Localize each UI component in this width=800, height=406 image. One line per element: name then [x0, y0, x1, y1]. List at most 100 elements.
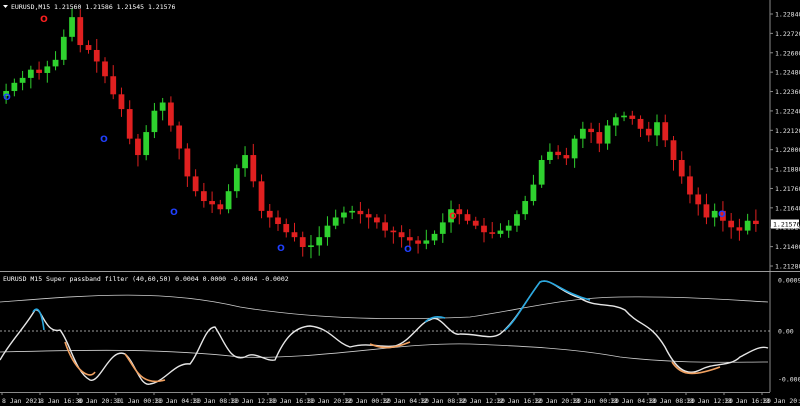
price-tick-label: 1.22600	[775, 49, 800, 57]
bear-candle	[291, 222, 298, 242]
bear-candle	[217, 199, 224, 215]
indicator-canvas[interactable]: EURUSD M15 Super passband filter (40,60,…	[0, 272, 800, 392]
candle-body	[398, 232, 405, 238]
candle-body	[695, 194, 702, 205]
bull-candle	[349, 205, 356, 220]
bear-candle	[93, 38, 100, 73]
bear-candle	[135, 133, 141, 167]
candle-body	[102, 61, 108, 77]
bear-candle	[176, 121, 183, 160]
price-tick-label: 1.21760	[775, 185, 800, 193]
candle-body	[530, 184, 537, 202]
symbol-header: EURUSD,M15 1.21560 1.21586 1.21545 1.215…	[11, 3, 175, 11]
candle-body	[497, 230, 504, 234]
candle-body	[69, 17, 75, 37]
candle-body	[36, 69, 42, 73]
candle-body	[291, 232, 298, 238]
candle-body	[225, 191, 232, 210]
candle-body	[209, 201, 215, 205]
candle-body	[242, 155, 248, 169]
price-tick-label: 1.21640	[775, 204, 800, 212]
candle-body	[406, 237, 413, 241]
bull-candle	[143, 125, 150, 161]
candle-body	[514, 214, 520, 226]
bear-candle	[555, 145, 562, 160]
bull-candle	[242, 146, 248, 177]
bull-candle	[69, 8, 75, 42]
candle-body	[349, 210, 356, 213]
candle-body	[662, 122, 669, 141]
bull-candle	[316, 226, 323, 256]
candle-body	[431, 233, 438, 241]
bear-candle	[77, 9, 84, 53]
bear-candle	[736, 218, 743, 241]
bear-candle	[596, 122, 603, 153]
time-tick-label: 13 Jan 20:30	[762, 397, 800, 405]
bear-candle	[266, 204, 273, 228]
chart-window[interactable]: 1.22840 1.22720 1.22600 1.22480 1.22360 1.222…	[0, 0, 800, 406]
candle-body	[27, 69, 34, 78]
bear-candle	[209, 191, 215, 213]
indicator-pane[interactable]: EURUSD M15 Super passband filter (40,60,…	[0, 272, 800, 392]
bear-candle	[728, 212, 735, 239]
candle-body	[621, 115, 627, 118]
bear-candle	[670, 136, 677, 171]
price-chart-canvas[interactable]: 1.22840 1.22720 1.22600 1.22480 1.22360 1.222…	[0, 0, 800, 271]
bull-candle	[324, 216, 331, 246]
bull-candle	[538, 155, 545, 188]
candle-body	[579, 128, 586, 139]
price-tick-label: 1.21280	[775, 263, 800, 271]
candle-body	[217, 204, 224, 210]
candle-body	[612, 117, 619, 126]
candle-body	[555, 151, 562, 156]
candle-body	[283, 224, 290, 233]
candle-body	[547, 151, 553, 160]
time-tick-label: 8 Jan 2021	[2, 397, 41, 405]
candle-body	[637, 118, 644, 129]
bear-candle	[102, 57, 108, 84]
bull-candle	[151, 102, 158, 139]
candle-body	[439, 222, 446, 234]
time-tick-label: 8 Jan 16:30	[40, 397, 83, 405]
candle-body	[316, 237, 323, 246]
candle-body	[629, 115, 636, 119]
bear-candle	[703, 193, 710, 225]
bull-candle	[505, 220, 512, 238]
indicator-header: EURUSD M15 Super passband filter (40,60,…	[3, 275, 289, 283]
candle-body	[135, 138, 141, 156]
bear-candle	[110, 65, 117, 100]
candle-body	[382, 222, 389, 231]
bear-candle	[752, 209, 759, 232]
indicator-level-label: 0.0009	[778, 277, 800, 285]
candle-body	[275, 217, 281, 225]
bull-candle	[612, 113, 619, 137]
price-tick-label: 1.22720	[775, 30, 800, 38]
candle-body	[250, 155, 257, 182]
passband-filter-line	[0, 280, 769, 385]
candle-body	[60, 36, 67, 60]
bear-candle	[695, 187, 702, 216]
bear-candle	[36, 61, 42, 80]
bull-candle	[514, 210, 520, 232]
filter-up-segment	[504, 280, 591, 331]
bull-candle	[621, 111, 627, 122]
candle-body	[233, 168, 240, 192]
bear-candle	[563, 147, 570, 166]
time-axis-canvas: 8 Jan 20218 Jan 16:308 Jan 20:3011 Jan 0…	[0, 392, 800, 405]
bull-candle	[522, 195, 529, 220]
candle-body	[481, 225, 487, 233]
candle-body	[728, 220, 735, 228]
current-price-label: 1.21576	[773, 221, 800, 229]
candle-body	[151, 110, 158, 133]
bull-candle	[744, 213, 751, 235]
candle-body	[588, 128, 594, 133]
price-chart-pane[interactable]: 1.22840 1.22720 1.22600 1.22480 1.22360 1.222…	[0, 0, 800, 271]
candle-body	[308, 245, 314, 248]
bull-candle	[60, 29, 67, 66]
dropdown-triangle-icon[interactable]	[3, 5, 8, 8]
bull-candle	[19, 70, 26, 91]
signal-marker-down: O	[449, 212, 457, 222]
candle-body	[472, 220, 479, 226]
bear-candle	[126, 100, 133, 145]
bear-candle	[687, 165, 693, 204]
